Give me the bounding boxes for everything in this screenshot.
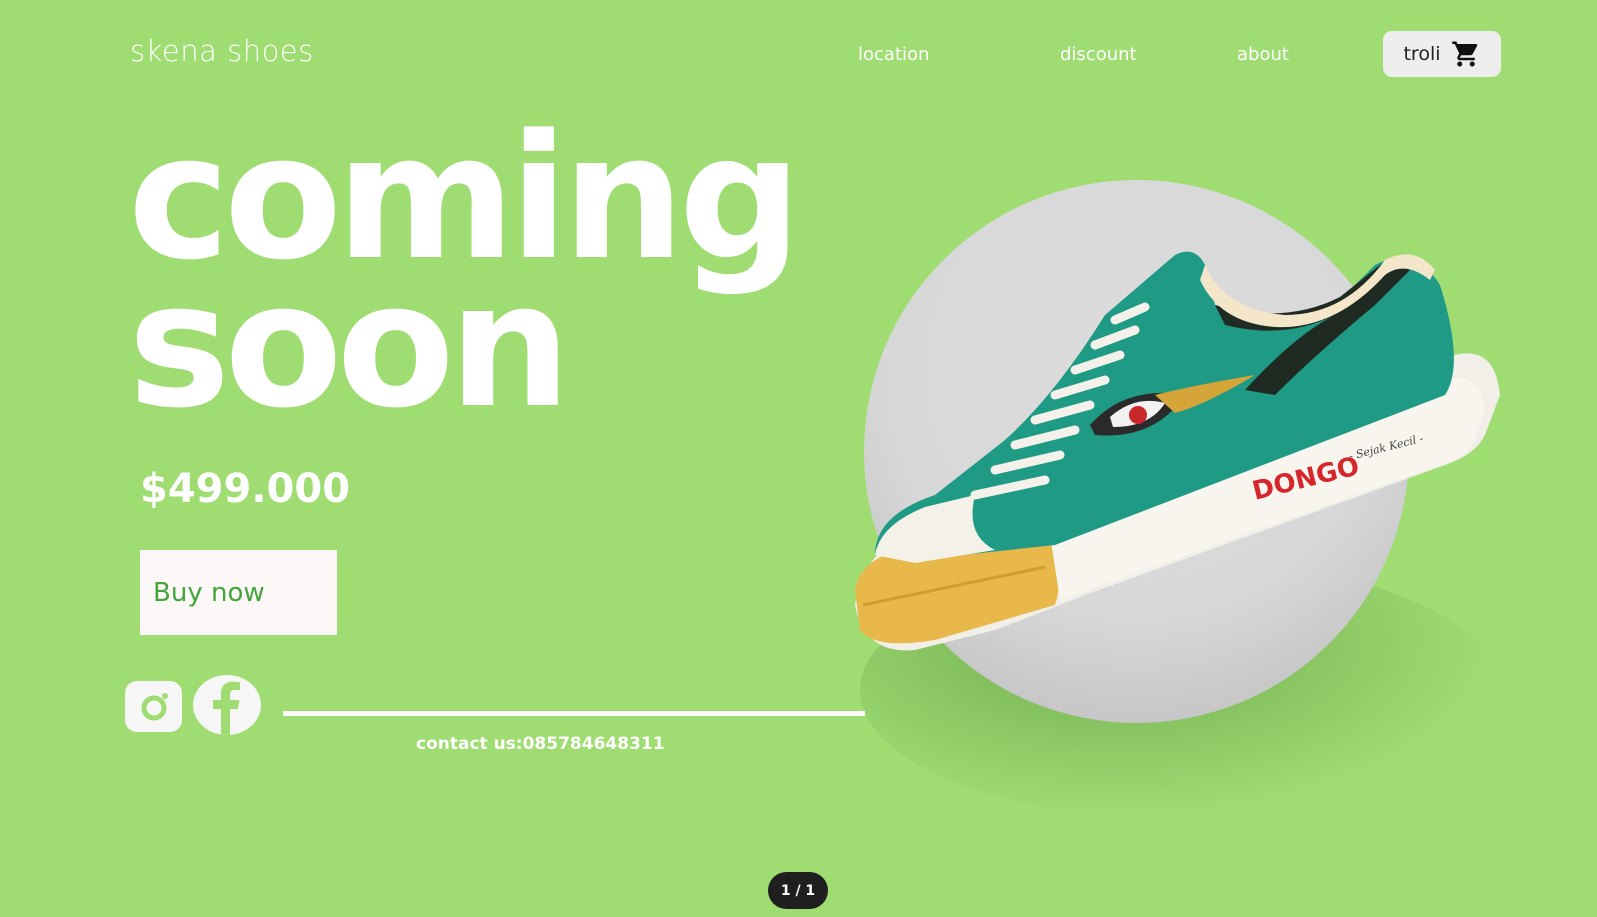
buy-now-button[interactable]: Buy now — [140, 550, 337, 635]
facebook-icon — [213, 681, 240, 735]
divider — [283, 711, 865, 716]
price: $499.000 — [140, 466, 351, 512]
headline: coming soon — [128, 112, 802, 432]
nav-location[interactable]: location — [858, 44, 929, 65]
product-shoe-image: DONGO - Sejak Kecil - — [855, 251, 1500, 651]
facebook-link[interactable] — [193, 675, 261, 735]
nav-discount[interactable]: discount — [1060, 44, 1137, 65]
instagram-link[interactable] — [125, 681, 182, 732]
nav-about[interactable]: about — [1237, 44, 1289, 65]
page-indicator: 1 / 1 — [768, 872, 828, 909]
brand-logo[interactable]: skena shoes — [130, 34, 314, 68]
cart-button[interactable]: troli — [1383, 31, 1501, 77]
cart-icon — [1451, 41, 1477, 67]
cart-label: troli — [1403, 43, 1441, 65]
instagram-icon — [141, 692, 168, 720]
contact-info: contact us:085784648311 — [416, 734, 665, 754]
